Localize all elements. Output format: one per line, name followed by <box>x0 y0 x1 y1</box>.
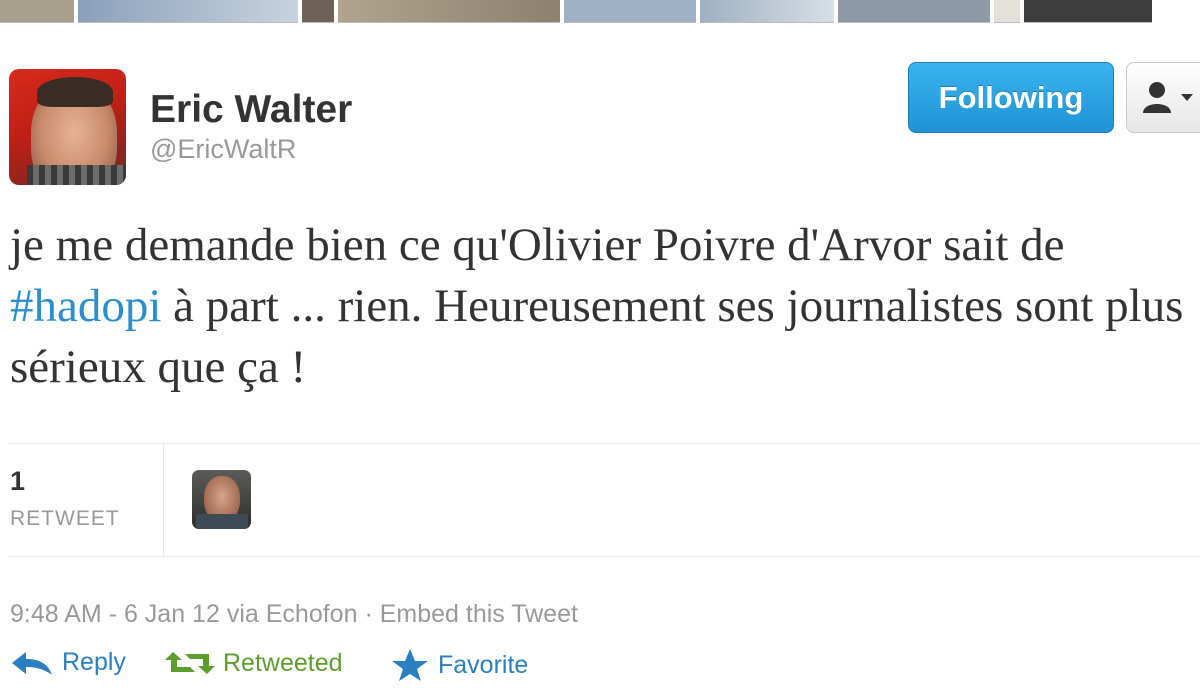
stats-divider-bottom <box>9 556 1200 557</box>
retweeter-avatar[interactable] <box>192 470 251 529</box>
retweet-icon <box>165 652 215 674</box>
media-thumbnail[interactable] <box>564 0 696 23</box>
media-thumbnail-strip <box>0 0 1200 23</box>
tweet-text: je me demande bien ce qu'Olivier Poivre … <box>10 215 1195 398</box>
media-thumbnail[interactable] <box>838 0 990 23</box>
user-actions-dropdown-button[interactable] <box>1126 62 1200 133</box>
reply-icon <box>12 651 52 675</box>
tweet-text-part: à part ... rien. Heureusement ses journa… <box>10 280 1184 393</box>
hashtag-link[interactable]: #hadopi <box>10 280 161 332</box>
reply-label: Reply <box>62 648 126 676</box>
stats-divider-top <box>9 443 1200 444</box>
retweet-count-label[interactable]: RETWEET <box>10 507 120 531</box>
user-handle[interactable]: @EricWaltR <box>150 134 296 165</box>
favorite-label: Favorite <box>438 650 529 679</box>
media-thumbnail[interactable] <box>338 0 560 23</box>
retweet-count[interactable]: 1 <box>10 466 25 497</box>
avatar-hair <box>37 77 113 107</box>
client-link[interactable]: Echofon <box>266 600 358 628</box>
reply-button[interactable]: Reply <box>10 648 126 677</box>
following-button[interactable]: Following <box>908 62 1114 133</box>
user-dropdown-icon <box>1143 82 1193 113</box>
media-thumbnail[interactable] <box>78 0 298 23</box>
profile-avatar[interactable] <box>9 69 126 185</box>
tweet-text-part: je me demande bien ce qu'Olivier Poivre … <box>10 219 1065 271</box>
media-thumbnail[interactable] <box>0 0 74 23</box>
tweet-meta: 9:48 AM - 6 Jan 12 via Echofon · Embed t… <box>10 600 578 629</box>
media-thumbnail[interactable] <box>994 0 1020 23</box>
stats-divider-vertical <box>163 443 164 556</box>
star-icon <box>392 649 428 681</box>
retweeter-avatar-shirt <box>196 514 248 529</box>
media-thumbnail[interactable] <box>302 0 334 23</box>
media-thumbnail[interactable] <box>700 0 834 23</box>
avatar-shirt <box>27 165 126 185</box>
embed-tweet-link[interactable]: Embed this Tweet <box>380 600 578 628</box>
retweeted-label: Retweeted <box>223 648 343 677</box>
meta-separator: · <box>364 600 373 628</box>
user-display-name[interactable]: Eric Walter <box>150 88 352 132</box>
media-thumbnail[interactable] <box>1024 0 1152 23</box>
tweet-timestamp[interactable]: 9:48 AM - 6 Jan 12 <box>10 600 220 628</box>
retweeted-button[interactable]: Retweeted <box>165 648 343 678</box>
via-label: via <box>226 600 259 628</box>
favorite-button[interactable]: Favorite <box>390 648 528 682</box>
